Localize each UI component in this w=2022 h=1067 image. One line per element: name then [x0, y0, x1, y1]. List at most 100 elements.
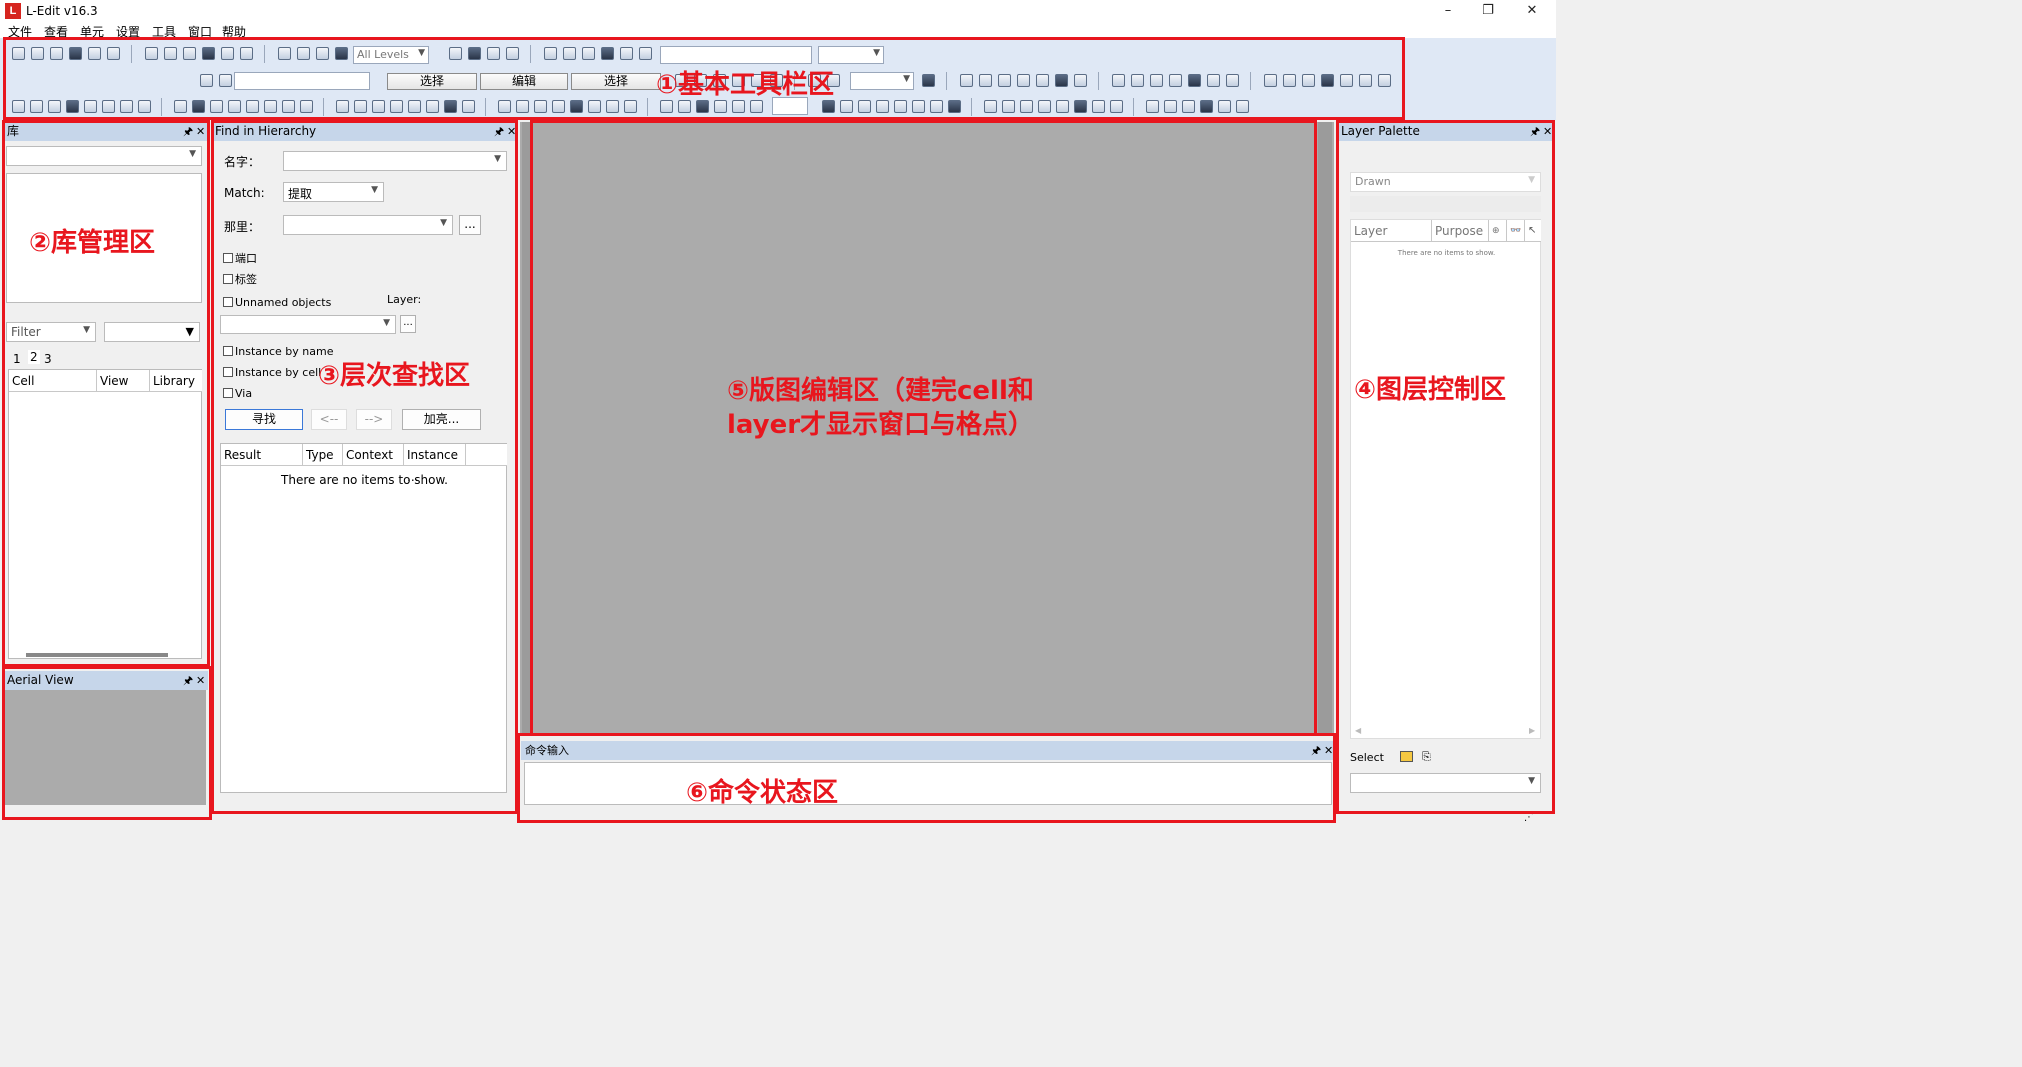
toolbar-tool-icon[interactable] — [840, 100, 853, 113]
toolbar-tool-icon[interactable] — [12, 47, 25, 60]
toolbar-tool-icon[interactable] — [202, 47, 215, 60]
close-icon[interactable]: ✕ — [1543, 122, 1552, 141]
toolbar-tool-icon[interactable] — [336, 100, 349, 113]
next-button[interactable]: --> — [356, 409, 392, 430]
toolbar-tool-icon[interactable] — [606, 100, 619, 113]
toolbar-tool-icon[interactable] — [1002, 100, 1015, 113]
toolbar-tool-icon[interactable] — [750, 100, 763, 113]
toolbar-tool-icon[interactable] — [84, 100, 97, 113]
toolbar-tool-icon[interactable] — [1056, 100, 1069, 113]
toolbar-tool-icon[interactable] — [462, 100, 475, 113]
restore-button[interactable]: ❐ — [1468, 1, 1508, 21]
pin-icon[interactable]: 🖈 — [1311, 741, 1321, 760]
menu-file[interactable]: 文件 — [8, 24, 32, 38]
instance-cell-checkbox[interactable]: Instance by cell — [223, 366, 321, 379]
toolbar-tool-icon[interactable] — [278, 47, 291, 60]
command-input[interactable] — [524, 762, 1332, 805]
checkbox-box[interactable] — [223, 297, 233, 307]
close-icon[interactable]: ✕ — [196, 122, 205, 141]
toolbar-tool-icon[interactable] — [210, 100, 223, 113]
toolbar-tool-icon[interactable] — [221, 47, 234, 60]
toolbar-tool-icon[interactable] — [426, 100, 439, 113]
toolbar-tool-icon[interactable] — [601, 47, 614, 60]
toolbar-tool-icon[interactable] — [930, 100, 943, 113]
col-layer[interactable]: Layer — [1351, 220, 1432, 242]
toolbar-tool-icon[interactable] — [1110, 100, 1123, 113]
toolbar-tool-icon[interactable] — [624, 100, 637, 113]
toolbar-tool-icon[interactable] — [192, 100, 205, 113]
toolbar-tool-icon[interactable] — [696, 100, 709, 113]
toolbar-field-2[interactable] — [234, 72, 370, 90]
library-tab-3[interactable]: 3 — [44, 352, 52, 366]
layer-mode-combo[interactable]: Drawn ▼ — [1350, 172, 1541, 192]
name-combo[interactable]: ▼ — [283, 151, 507, 171]
toolbar-tool-icon[interactable] — [102, 100, 115, 113]
toolbar-tool-icon[interactable] — [240, 47, 253, 60]
toolbar-tool-icon[interactable] — [1112, 74, 1125, 87]
toolbar-tool-icon[interactable] — [544, 47, 557, 60]
close-icon[interactable]: ✕ — [196, 671, 205, 690]
pin-icon[interactable]: 🖈 — [494, 122, 504, 141]
toolbar-tool-icon[interactable] — [1169, 74, 1182, 87]
toolbar-tool-icon[interactable] — [228, 100, 241, 113]
highlight-button[interactable]: 加亮... — [402, 409, 481, 430]
toolbar-tool-icon[interactable] — [1164, 100, 1177, 113]
toolbar-tool-icon[interactable] — [69, 47, 82, 60]
toolbar-tool-icon[interactable] — [1036, 74, 1049, 87]
edit-tab[interactable]: 编辑 — [480, 73, 568, 90]
toolbar-tool-icon[interactable] — [300, 100, 313, 113]
toolbar-tool-icon[interactable] — [714, 100, 727, 113]
find-results-list[interactable]: Result Type Context Instance ... There a… — [220, 443, 507, 793]
select-object-icon[interactable]: ⎘ — [1422, 750, 1431, 764]
toolbar-tool-icon[interactable] — [516, 100, 529, 113]
toolbar-tool-icon[interactable] — [50, 47, 63, 60]
visibility-icon[interactable]: 👓 — [1507, 220, 1525, 242]
menu-cell[interactable]: 单元 — [80, 24, 104, 38]
toolbar-tool-icon[interactable] — [876, 100, 889, 113]
toolbar-tool-icon[interactable] — [48, 100, 61, 113]
col-instance[interactable]: Instance ... — [404, 444, 466, 484]
select-layer-icon[interactable] — [1400, 751, 1413, 762]
library-tab-1[interactable]: 1 — [13, 352, 21, 366]
toolbar-tool-icon[interactable] — [219, 74, 232, 87]
toolbar-tool-icon[interactable] — [1017, 74, 1030, 87]
library-tab-2[interactable]: 2 — [28, 350, 40, 364]
menu-tools[interactable]: 工具 — [152, 24, 176, 38]
toolbar-tool-icon[interactable] — [1207, 74, 1220, 87]
toolbar-tool-icon[interactable] — [1302, 74, 1315, 87]
toolbar-tool-icon[interactable] — [335, 47, 348, 60]
menu-view[interactable]: 查看 — [44, 24, 68, 38]
toolbar-tool-icon[interactable] — [1038, 100, 1051, 113]
checkbox-box[interactable] — [223, 388, 233, 398]
toolbar-tool-icon[interactable] — [164, 47, 177, 60]
col-purpose[interactable]: Purpose — [1432, 220, 1489, 242]
toolbar-tool-icon[interactable] — [1218, 100, 1231, 113]
prev-button[interactable]: <-- — [311, 409, 347, 430]
toolbar-tool-icon[interactable] — [732, 100, 745, 113]
col-type[interactable]: Type — [303, 444, 343, 466]
menu-window[interactable]: 窗口 — [188, 24, 212, 38]
toolbar-tool-icon[interactable] — [31, 47, 44, 60]
toolbar-tool-icon[interactable] — [145, 47, 158, 60]
toolbar-tool-icon[interactable] — [138, 100, 151, 113]
col-view[interactable]: View — [97, 370, 150, 392]
minimize-button[interactable]: – — [1428, 1, 1468, 21]
toolbar-tool-icon[interactable] — [912, 100, 925, 113]
toolbar-tool-icon[interactable] — [1236, 100, 1249, 113]
toolbar-tool-icon[interactable] — [183, 47, 196, 60]
toolbar-tool-icon[interactable] — [822, 100, 835, 113]
toolbar-tool-icon[interactable] — [66, 100, 79, 113]
toolbar-tool-icon[interactable] — [1340, 74, 1353, 87]
col-library[interactable]: Library — [150, 370, 202, 392]
toolbar-tool-icon[interactable] — [1092, 100, 1105, 113]
toolbar-tool-icon[interactable] — [1200, 100, 1213, 113]
toolbar-combo-3[interactable]: ▼ — [850, 72, 914, 90]
toolbar-tool-icon[interactable] — [1146, 100, 1159, 113]
toolbar-tool-icon[interactable] — [316, 47, 329, 60]
toolbar-tool-icon[interactable] — [354, 100, 367, 113]
toolbar-field-1[interactable] — [660, 46, 812, 64]
toolbar-tool-icon[interactable] — [1150, 74, 1163, 87]
resize-grip-icon[interactable]: ⋰ — [1524, 812, 1534, 823]
toolbar-tool-icon[interactable] — [390, 100, 403, 113]
toolbar-tool-icon[interactable] — [620, 47, 633, 60]
